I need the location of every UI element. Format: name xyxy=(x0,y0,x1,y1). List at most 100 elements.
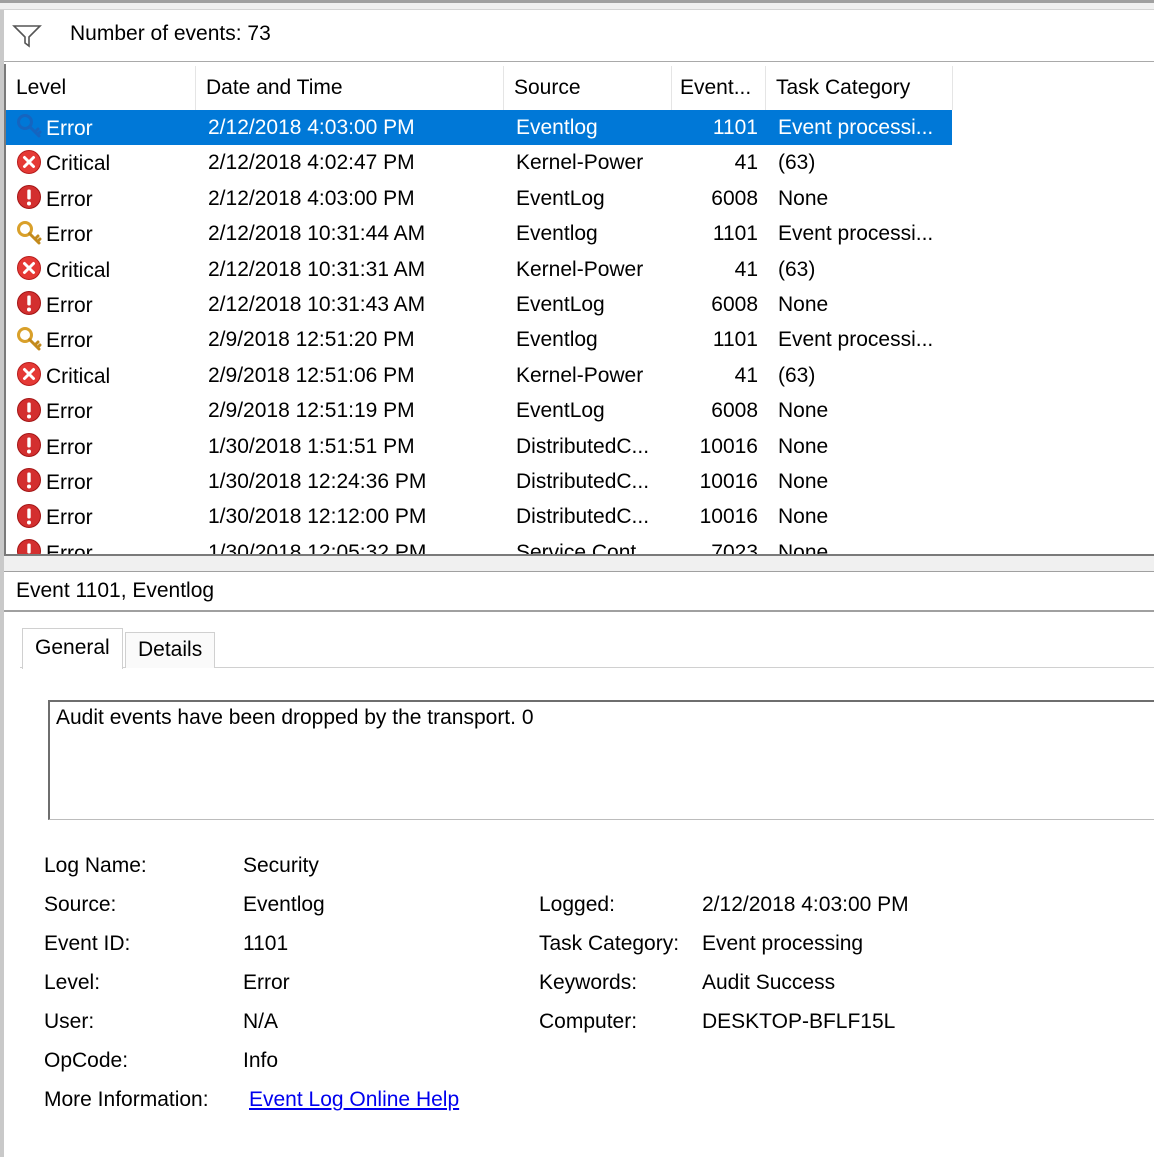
cell-source: Kernel-Power xyxy=(516,257,644,281)
critical-icon xyxy=(16,255,42,281)
event-log-online-help-link[interactable]: Event Log Online Help xyxy=(249,1088,459,1112)
column-header-source[interactable]: Source xyxy=(504,66,672,110)
events-table: Level Date and Time Source Event... Task… xyxy=(4,64,1154,554)
filter-bar: Number of events: 73 xyxy=(4,10,1154,62)
cell-task-category: (63) xyxy=(778,257,816,281)
cell-source: DistributedC... xyxy=(516,470,650,493)
label-level: Level: xyxy=(44,971,101,994)
error-icon xyxy=(16,184,42,210)
level-text: Error xyxy=(46,116,93,140)
cell-task-category: None xyxy=(778,505,829,529)
cell-event-id: 1101 xyxy=(712,222,758,246)
tab-general[interactable]: General xyxy=(22,628,123,669)
cell-level: Error xyxy=(6,110,196,145)
column-header-task-category[interactable]: Task Category xyxy=(766,66,953,110)
cell-date-time: 2/12/2018 4:02:47 PM xyxy=(208,151,415,175)
cell-source: DistributedC... xyxy=(516,434,650,458)
column-header-event-id[interactable]: Event... xyxy=(672,66,766,110)
error-icon xyxy=(16,290,42,316)
cell-level: Critical xyxy=(6,252,196,287)
cell-date-time: 2/12/2018 4:03:00 PM xyxy=(208,116,415,139)
event-detail-title: Event 1101, Eventlog xyxy=(16,579,215,602)
column-header-date-time[interactable]: Date and Time xyxy=(196,66,504,110)
table-row[interactable]: Error 2/12/2018 10:31:44 AM Eventlog 1101 Ev… xyxy=(6,216,952,251)
cell-source: EventLog xyxy=(516,293,605,316)
level-text: Critical xyxy=(46,364,111,388)
table-row[interactable]: Error 2/9/2018 12:51:20 PM Eventlog 1101 Eve… xyxy=(6,322,952,357)
table-row[interactable]: Critical 2/12/2018 4:02:47 PM Kernel-Power… xyxy=(6,145,952,180)
tab-details[interactable]: Details xyxy=(125,632,216,668)
level-text: Error xyxy=(46,470,93,494)
cell-level: Error xyxy=(6,287,196,322)
value-computer: DESKTOP-BFLF15L xyxy=(702,1010,896,1033)
value-level: Error xyxy=(243,971,290,994)
cell-task-category: Event processi... xyxy=(778,222,934,246)
value-user: N/A xyxy=(243,1010,279,1033)
level-text: Error xyxy=(46,187,93,211)
cell-date-time: 1/30/2018 12:12:00 PM xyxy=(208,505,427,529)
cell-level: Critical xyxy=(6,358,196,393)
label-source: Source: xyxy=(44,893,117,916)
cell-level: Error xyxy=(6,535,196,554)
cell-source: Eventlog xyxy=(516,116,598,139)
level-text: Error xyxy=(46,435,93,459)
label-computer: Computer: xyxy=(539,1010,638,1033)
cell-source: Kernel-Power xyxy=(516,151,644,175)
cell-date-time: 1/30/2018 12:24:36 PM xyxy=(208,470,427,493)
cell-level: Error xyxy=(6,429,196,464)
table-row[interactable]: Error 1/30/2018 12:12:00 PM DistributedC..… xyxy=(6,499,952,534)
cell-source: DistributedC... xyxy=(516,505,650,529)
value-log-name: Security xyxy=(243,854,319,877)
table-header: Level Date and Time Source Event... Task… xyxy=(6,66,1154,110)
level-text: Error xyxy=(46,329,93,353)
cell-task-category: None xyxy=(778,186,829,210)
column-header-level[interactable]: Level xyxy=(6,66,196,110)
table-row[interactable]: Critical 2/9/2018 12:51:06 PM Kernel-Power… xyxy=(6,358,952,393)
critical-icon xyxy=(16,149,42,175)
key-icon xyxy=(16,113,42,139)
table-row[interactable]: Error 2/12/2018 4:03:00 PM Eventlog 1101 Eve… xyxy=(6,110,952,145)
table-row[interactable]: Error 1/30/2018 1:51:51 PM DistributedC...… xyxy=(6,429,952,464)
cell-task-category: None xyxy=(778,434,829,458)
table-row[interactable]: Error 2/12/2018 4:03:00 PM EventLog 6008 Non… xyxy=(6,181,952,216)
error-icon xyxy=(16,432,42,458)
filter-icon[interactable] xyxy=(12,24,42,48)
cell-date-time: 2/12/2018 4:03:00 PM xyxy=(208,186,415,210)
key-icon xyxy=(16,220,42,246)
cell-task-category: None xyxy=(778,399,829,423)
cell-source: EventLog xyxy=(516,186,605,210)
cell-level: Error xyxy=(6,322,196,357)
event-detail-pane: General Details Audit events have been d… xyxy=(4,614,1154,1157)
cell-source: Eventlog xyxy=(516,328,598,352)
error-icon xyxy=(16,397,42,423)
cell-level: Error xyxy=(6,464,196,499)
table-row[interactable]: Error 1/30/2018 12:24:36 PM DistributedC..… xyxy=(6,464,952,499)
cell-source: Kernel-Power xyxy=(516,363,644,387)
cell-event-id: 6008 xyxy=(711,186,758,210)
event-detail-header: Event 1101, Eventlog xyxy=(4,572,1154,612)
cell-task-category: None xyxy=(778,293,829,316)
critical-icon xyxy=(16,361,42,387)
window-top-border xyxy=(0,0,1154,10)
cell-source: EventLog xyxy=(516,399,605,423)
pane-splitter[interactable] xyxy=(4,554,1154,572)
detail-tabs: General Details xyxy=(20,628,1154,669)
cell-event-id: 10016 xyxy=(699,470,758,493)
table-row[interactable]: Error 2/12/2018 10:31:43 AM EventLog 6008 No… xyxy=(6,287,952,322)
value-event-id: 1101 xyxy=(243,932,289,955)
cell-level: Error xyxy=(6,393,196,428)
value-task-category: Event processing xyxy=(702,932,864,955)
label-keywords: Keywords: xyxy=(539,971,638,994)
table-row[interactable]: Error 2/9/2018 12:51:19 PM EventLog 6008 Non… xyxy=(6,393,952,428)
cell-task-category: Event processi... xyxy=(778,116,934,139)
label-event-id: Event ID: xyxy=(44,932,131,955)
value-logged: 2/12/2018 4:03:00 PM xyxy=(702,893,909,916)
event-description[interactable]: Audit events have been dropped by the tr… xyxy=(48,700,1154,820)
label-task-category: Task Category: xyxy=(539,932,680,955)
cell-date-time: 2/12/2018 10:31:44 AM xyxy=(208,222,426,246)
cell-event-id: 6008 xyxy=(711,293,758,316)
table-row[interactable]: Critical 2/12/2018 10:31:31 AM Kernel-Powe… xyxy=(6,252,952,287)
table-row[interactable]: Error 1/30/2018 12:05:32 PM Service Cont..… xyxy=(6,535,952,554)
cell-task-category: (63) xyxy=(778,151,816,175)
cell-date-time: 2/9/2018 12:51:20 PM xyxy=(208,328,415,352)
